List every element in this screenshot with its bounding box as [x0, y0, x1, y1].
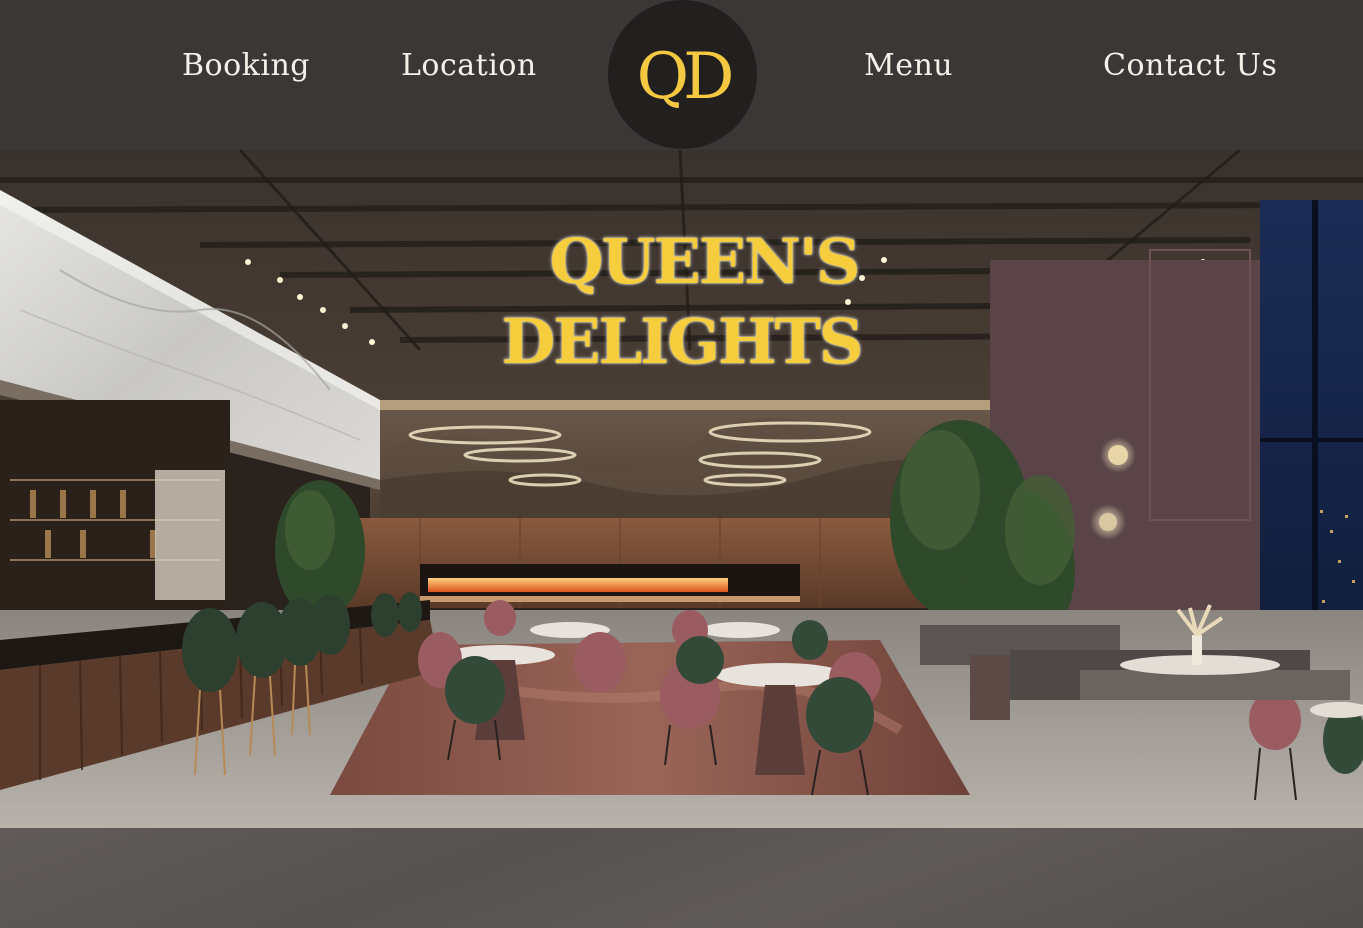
- nav-menu-link[interactable]: Menu: [864, 46, 953, 86]
- site-header: Booking Location QD Menu Contact Us: [0, 0, 1363, 150]
- hero-banner: QUEEN'S DELIGHTS: [0, 150, 1363, 828]
- nav-location-link[interactable]: Location: [401, 46, 537, 86]
- stone-texture-band: [0, 828, 1363, 928]
- site-logo[interactable]: QD: [608, 0, 757, 149]
- logo-monogram: QD: [636, 39, 735, 114]
- restaurant-interior-image: [0, 150, 1363, 828]
- nav-booking-link[interactable]: Booking: [182, 46, 310, 86]
- nav-contact-link[interactable]: Contact Us: [1103, 46, 1277, 86]
